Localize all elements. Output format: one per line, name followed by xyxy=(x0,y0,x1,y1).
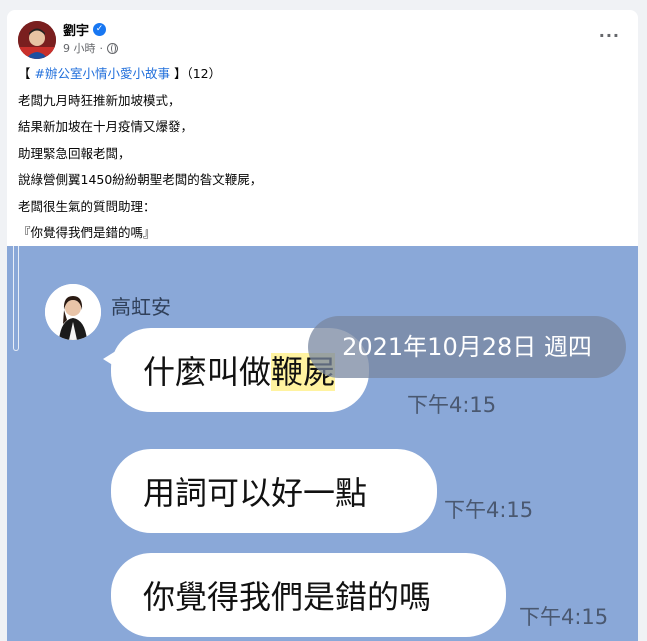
hashtag-link[interactable]: #辦公室小情小愛小故事 xyxy=(35,66,170,81)
globe-icon[interactable] xyxy=(107,42,118,54)
message-time: 下午4:15 xyxy=(407,393,497,417)
author-avatar[interactable] xyxy=(18,21,56,59)
bracket-open: 【 xyxy=(18,66,31,81)
message-text: 用詞可以好一點 xyxy=(143,474,368,512)
post-time[interactable]: 9 小時 xyxy=(63,40,96,56)
message-bubble: 你覺得我們是錯的嗎 xyxy=(111,553,506,637)
message-text-part: 什麼叫做 xyxy=(143,353,272,391)
chat-screenshot-image[interactable]: 高虹安 什麼叫做鞭屍 2021年10月28日 週四 下午4:15 用詞可以好一點… xyxy=(7,246,638,641)
sender-name: 高虹安 xyxy=(111,295,171,319)
message-time: 下午4:15 xyxy=(519,605,609,629)
bubble-tail xyxy=(103,349,119,369)
scrollbar-thumb xyxy=(13,246,19,351)
bracket-close: 】（12） xyxy=(173,66,222,81)
message-bubble: 用詞可以好一點 xyxy=(111,449,437,533)
post-header: 劉宇 ✓ 9 小時 · ··· xyxy=(7,10,638,62)
post-line-6: 老闆很生氣的質問助理： xyxy=(18,198,156,214)
message-time: 下午4:15 xyxy=(444,498,534,522)
sender-avatar xyxy=(45,284,101,340)
post-line-1: 【 #辦公室小情小愛小故事 】（12） xyxy=(18,66,618,93)
post-meta: 9 小時 · xyxy=(63,40,118,56)
post-line-2: 老闆九月時狂推新加坡模式， xyxy=(18,92,181,108)
message-text: 你覺得我們是錯的嗎 xyxy=(143,578,432,616)
verified-badge-icon: ✓ xyxy=(93,23,107,36)
post-body: 【 #辦公室小情小愛小故事 】（12） 老闆九月時狂推新加坡模式， 結果新加坡在… xyxy=(18,66,618,252)
more-options-button[interactable]: ··· xyxy=(599,26,620,45)
facebook-post-card: 劉宇 ✓ 9 小時 · ··· 【 #辦公室小情小愛小故事 】（12） 老闆九月… xyxy=(7,10,638,641)
post-line-5: 說綠營側翼1450紛紛朝聖老闆的昝文鞭屍， xyxy=(18,172,263,187)
post-line-4: 助理緊急回報老闆， xyxy=(18,145,131,161)
post-line-3: 結果新加坡在十月疫情又爆發， xyxy=(18,119,194,134)
message-text: 什麼叫做鞭屍 xyxy=(143,347,336,393)
date-separator: 2021年10月28日 週四 xyxy=(308,316,626,378)
author-name[interactable]: 劉宇 xyxy=(63,20,89,39)
meta-separator: · xyxy=(99,41,104,55)
